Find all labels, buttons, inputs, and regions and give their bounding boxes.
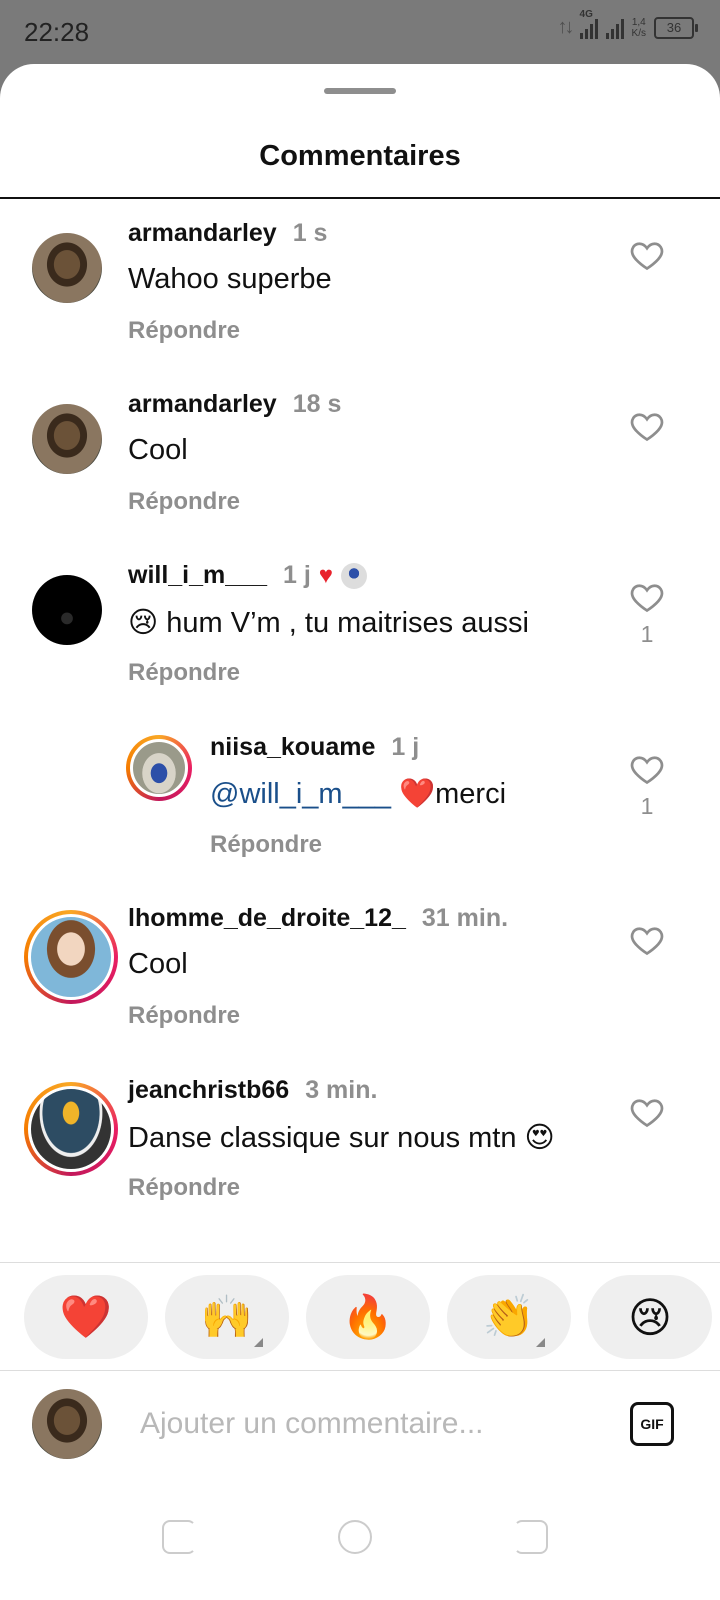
heart-outline-icon[interactable] (629, 1094, 669, 1134)
battery-icon: 36 (654, 16, 698, 39)
comment-item: jeanchristb66 3 min. Danse classique sur… (0, 1076, 720, 1236)
like-count: 1 (640, 793, 654, 819)
avatar-image (130, 739, 188, 797)
reply-button[interactable]: Répondre (210, 831, 322, 859)
reaction-fire[interactable]: 🔥 (306, 1275, 430, 1359)
comment-emoji: 😍 (524, 1122, 555, 1154)
signal-icon-2 (605, 17, 624, 39)
comment-username[interactable]: lhomme_de_droite_12_ (128, 904, 406, 933)
reply-button[interactable]: Répondre (128, 1002, 240, 1030)
reaction-clap-emoji: 👏 (482, 1292, 536, 1340)
drag-handle[interactable] (324, 88, 396, 94)
mention-link[interactable]: @will_i_m___ (210, 778, 391, 810)
reply-button[interactable]: Répondre (128, 317, 240, 345)
avatar[interactable] (24, 910, 118, 1004)
comment-item: will_i_m___ 1 j ♥ 😢 hum V’m , tu maitris… (0, 561, 720, 721)
comment-item: armandarley 18 s Cool Répondre (0, 390, 720, 550)
comment-time: 1 j (391, 733, 420, 761)
creator-liked-heart-icon: ♥ (318, 561, 334, 589)
comment-username[interactable]: armandarley (128, 390, 277, 419)
avatar[interactable] (126, 735, 192, 801)
comment-time: 18 s (292, 390, 342, 418)
heart-outline-icon[interactable] (629, 408, 669, 448)
network-type: 4G (579, 8, 593, 20)
comments-sheet: Commentaires armandarley 1 s Wahoo super… (0, 64, 720, 1600)
reply-button[interactable]: Répondre (128, 1174, 240, 1202)
quick-reactions-bar: ❤️ 🙌 🔥 👏 😢 (0, 1262, 720, 1371)
reaction-cry[interactable]: 😢 (588, 1275, 712, 1359)
comment-text: @will_i_m___ ❤️merci (210, 777, 506, 811)
avatar[interactable] (24, 1082, 118, 1176)
heart-outline-icon[interactable] (629, 237, 669, 277)
status-time: 22:28 (24, 17, 90, 47)
reaction-raised-hands[interactable]: 🙌 (165, 1275, 289, 1359)
current-user-avatar (32, 1389, 102, 1459)
comment-emoji: 😢 (128, 607, 159, 639)
creator-avatar-icon (341, 562, 368, 589)
network-speed-unit: K/s (631, 27, 646, 39)
skin-tone-indicator-icon (254, 1338, 263, 1347)
comment-body: merci (435, 778, 507, 810)
battery-level: 36 (666, 19, 682, 35)
back-icon[interactable] (162, 1520, 196, 1554)
reaction-raised-hands-emoji: 🙌 (200, 1292, 254, 1340)
reply-button[interactable]: Répondre (128, 659, 240, 687)
comment-text: Wahoo superbe (128, 263, 332, 295)
comment-username[interactable]: armandarley (128, 219, 277, 248)
comment-time: 1 s (292, 219, 328, 247)
comment-time: 31 min. (421, 904, 509, 932)
reply-button[interactable]: Répondre (128, 488, 240, 516)
comment-emoji: ❤️ (399, 778, 436, 810)
home-icon[interactable] (338, 1520, 372, 1554)
comment-text: Danse classique sur nous mtn 😍 (128, 1120, 555, 1155)
status-icons: ↑↓ 4G 1,4 K/s 36 (557, 9, 698, 39)
status-bar: 22:28 ↑↓ 4G 1,4 K/s 36 (0, 0, 720, 64)
system-nav-bar (0, 1480, 720, 1600)
comment-text: Cool (128, 434, 188, 466)
comment-text: Cool (128, 948, 188, 980)
comment-username[interactable]: will_i_m___ (128, 561, 267, 590)
comments-list[interactable]: armandarley 1 s Wahoo superbe Répondre a… (0, 199, 720, 1329)
comment-composer: Ajouter un commentaire... GIF (0, 1370, 720, 1481)
sheet-title: Commentaires (259, 140, 461, 172)
network-speed-value: 1,4 (631, 16, 646, 28)
comment-text: 😢 hum V’m , tu maitrises aussi (128, 605, 529, 640)
avatar[interactable] (32, 404, 102, 474)
comment-input[interactable]: Ajouter un commentaire... (140, 1407, 484, 1441)
comment-username[interactable]: jeanchristb66 (128, 1076, 289, 1105)
heart-outline-icon[interactable] (629, 922, 669, 962)
comment-body: Danse classique sur nous mtn (128, 1122, 517, 1154)
avatar[interactable] (32, 233, 102, 303)
avatar[interactable] (32, 575, 102, 645)
reaction-clap[interactable]: 👏 (447, 1275, 571, 1359)
avatar-image (28, 914, 114, 1000)
like-count: 1 (640, 621, 654, 647)
signal-icon: 4G (579, 9, 598, 39)
reply-item: niisa_kouame 1 j @will_i_m___ ❤️merci Ré… (0, 733, 720, 893)
heart-outline-icon[interactable] (629, 579, 669, 619)
recent-apps-icon[interactable] (514, 1520, 548, 1554)
comment-time: 1 j (282, 561, 311, 589)
heart-outline-icon[interactable] (629, 751, 669, 791)
gif-icon[interactable]: GIF (630, 1402, 674, 1446)
comment-username[interactable]: niisa_kouame (210, 733, 375, 762)
skin-tone-indicator-icon (536, 1338, 545, 1347)
data-arrows-icon: ↑↓ (557, 16, 575, 38)
comment-body: hum V’m , tu maitrises aussi (166, 607, 529, 639)
reaction-heart[interactable]: ❤️ (24, 1275, 148, 1359)
network-speed: 1,4 K/s (632, 17, 646, 39)
comment-item: lhomme_de_droite_12_ 31 min. Cool Répond… (0, 904, 720, 1064)
comment-item: armandarley 1 s Wahoo superbe Répondre (0, 219, 720, 379)
avatar-image (28, 1086, 114, 1172)
comment-time: 3 min. (305, 1076, 378, 1104)
